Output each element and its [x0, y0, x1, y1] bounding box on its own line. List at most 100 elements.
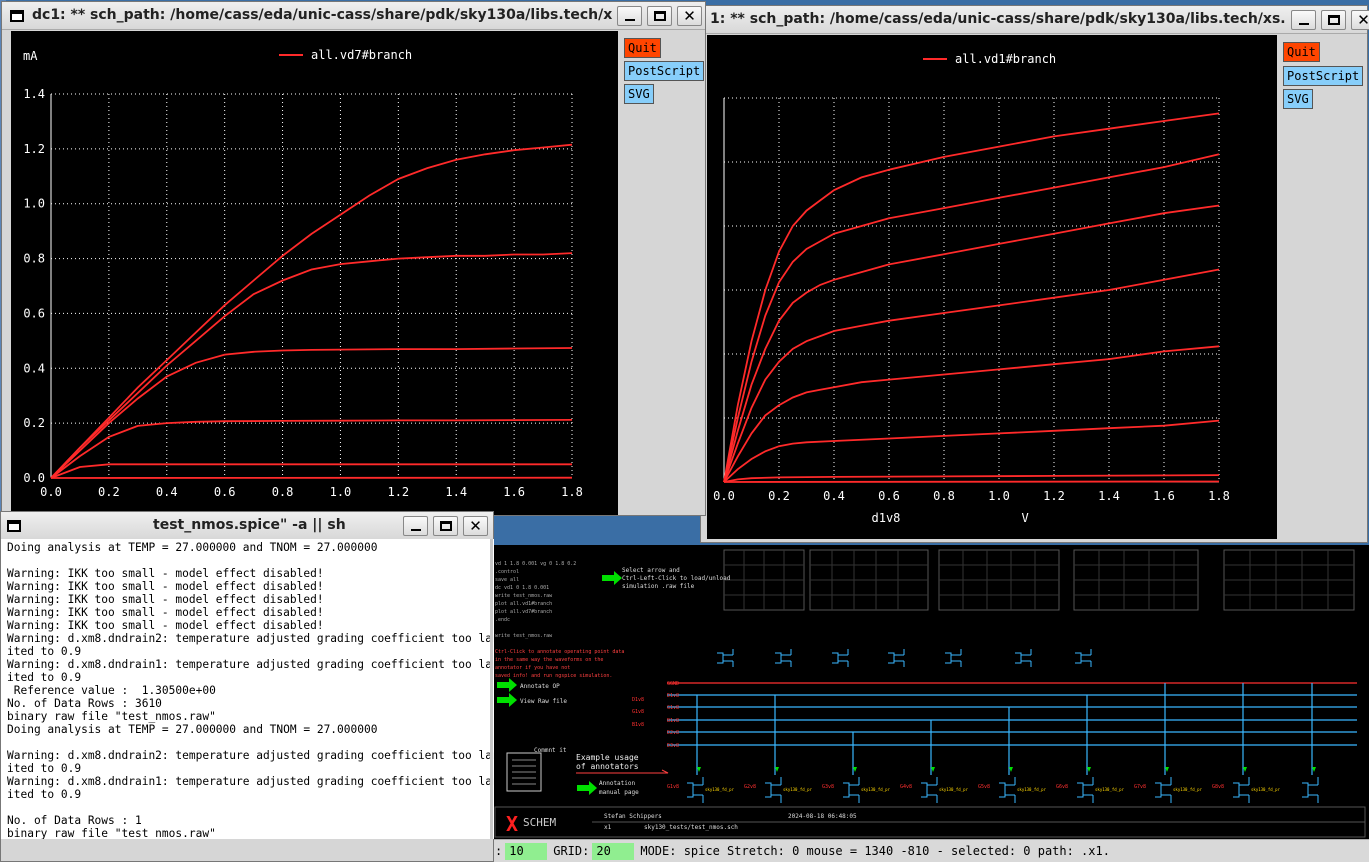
close-button[interactable]: ✕ [677, 6, 702, 26]
minimize-button[interactable] [1291, 10, 1316, 30]
svg-text:B1v8: B1v8 [667, 718, 679, 724]
plot-buttons: Quit PostScript SVG [618, 31, 705, 515]
series-line [50, 347, 573, 479]
terminal-line: Warning: d.xm8.dndrain1: temperature adj… [7, 658, 494, 671]
svg-text:write test_nmos.raw: write test_nmos.raw [495, 593, 553, 599]
svg-text:G6v8: G6v8 [1056, 784, 1068, 790]
svg-text:sky130_fd_pr: sky130_fd_pr [783, 787, 812, 792]
svg-text:manual page: manual page [599, 789, 639, 796]
minimize-button[interactable] [617, 6, 642, 26]
y-unit-label: mA [23, 49, 38, 63]
snap-field[interactable]: 10 [505, 842, 548, 860]
status-text: MODE: spice Stretch: 0 mouse = 1340 -810… [640, 844, 1110, 858]
y-tick-label: 0.0 [23, 471, 45, 485]
terminal-line: binary raw file "test_nmos.raw" [7, 827, 216, 839]
svg-text:Stefan Schippers: Stefan Schippers [604, 813, 662, 820]
svg-text:D2v8: D2v8 [667, 730, 679, 736]
svg-text:sky130_fd_pr: sky130_fd_pr [939, 787, 968, 792]
svg-text:save all: save all [495, 577, 519, 583]
legend-label: all.vd7#branch [311, 48, 412, 62]
minimize-icon [411, 529, 421, 531]
close-icon: ✕ [1357, 11, 1369, 29]
svg-text:annotator if you have not: annotator if you have not [495, 665, 570, 671]
svg-text:Annotation: Annotation [599, 780, 636, 787]
terminal-line: ited to 0.9 [7, 762, 82, 775]
maximize-button[interactable] [1321, 10, 1346, 30]
xschem-canvas[interactable]: vd 1 1.8 0.001 vg 0 1.8 0.2 .control sav… [492, 545, 1369, 845]
y-tick-label: 1.2 [23, 142, 45, 156]
x-axis-label: d1v8 [872, 511, 901, 525]
y-tick-label: 0.4 [23, 361, 45, 375]
window-title: 1: ** sch_path: /home/cass/eda/unic-cass… [710, 11, 1285, 27]
window-title: dc1: ** sch_path: /home/cass/eda/unic-ca… [32, 7, 612, 23]
series-line [723, 204, 1220, 483]
x-tick-label: 0.4 [156, 485, 178, 499]
minimize-icon [625, 19, 635, 21]
svg-text:vd 1 1.8 0.001 vg 0 1.8 0.2: vd 1 1.8 0.001 vg 0 1.8 0.2 [495, 561, 576, 567]
svg-text:saved info! and run ngspice si: saved info! and run ngspice simulation. [495, 673, 612, 679]
y-tick-label: 0.8 [23, 252, 45, 266]
svg-text:GGND: GGND [667, 681, 679, 687]
schematic-drawing: vd 1 1.8 0.001 vg 0 1.8 0.2 .control sav… [494, 549, 1366, 838]
svg-text:of annotators: of annotators [576, 762, 639, 771]
window-menu-icon[interactable] [7, 520, 21, 532]
terminal-line: Warning: IKK too small - model effect di… [7, 567, 324, 580]
terminal-line: Warning: IKK too small - model effect di… [7, 606, 324, 619]
svg-text:.endc: .endc [495, 617, 510, 623]
terminal-scrollbar[interactable] [490, 539, 493, 839]
terminal-window: test_nmos.spice" -a || sh ✕ Doing analys… [0, 511, 494, 862]
x-tick-label: 1.8 [1208, 489, 1230, 503]
svg-text:x1: x1 [604, 824, 612, 831]
svg-text:Ctrl-Left-Click to load/unload: Ctrl-Left-Click to load/unload [622, 575, 731, 582]
svg-text:D3v8: D3v8 [667, 743, 679, 749]
svg-text:X: X [506, 812, 518, 836]
maximize-icon [654, 11, 666, 21]
postscript-button[interactable]: PostScript [1283, 66, 1364, 86]
maximize-button[interactable] [433, 516, 458, 536]
terminal-line: ited to 0.9 [7, 645, 82, 658]
svg-text:G1v8: G1v8 [667, 784, 679, 790]
x-tick-label: 1.0 [330, 485, 352, 499]
terminal-output[interactable]: Doing analysis at TEMP = 27.000000 and T… [1, 539, 494, 839]
terminal-line: No. of Data Rows : 1 [7, 814, 142, 827]
terminal-line: Warning: d.xm8.dndrain1: temperature adj… [7, 775, 494, 788]
close-button[interactable]: ✕ [1351, 10, 1369, 30]
plot-buttons: Quit PostScript SVG [1277, 35, 1367, 539]
svg-text:plot all.vd7#branch: plot all.vd7#branch [495, 609, 552, 615]
titlebar[interactable]: test_nmos.spice" -a || sh ✕ [1, 512, 493, 540]
x-tick-label: 1.6 [503, 485, 525, 499]
svg-text:SCHEM: SCHEM [523, 816, 556, 829]
titlebar[interactable]: 1: ** sch_path: /home/cass/eda/unic-cass… [701, 6, 1369, 34]
x-tick-label: 1.8 [561, 485, 583, 499]
window-menu-icon[interactable] [10, 10, 24, 22]
terminal-line: Warning: IKK too small - model effect di… [7, 593, 324, 606]
terminal-line: ited to 0.9 [7, 671, 82, 684]
x-tick-label: 1.2 [387, 485, 409, 499]
x-tick-label: 0.2 [98, 485, 120, 499]
svg-text:2024-08-18 06:48:05: 2024-08-18 06:48:05 [788, 813, 857, 820]
svg-button[interactable]: SVG [1283, 89, 1313, 109]
quit-button[interactable]: Quit [624, 38, 661, 58]
plot-canvas[interactable]: 0.0 0.2 0.4 0.6 0.8 1.0 1.2 1.4 1.6 1.8 all.vd1#br… [707, 35, 1277, 539]
minimize-button[interactable] [403, 516, 428, 536]
svg-text:Select arrow and: Select arrow and [622, 567, 680, 574]
y-tick-label: 1.4 [23, 87, 45, 101]
maximize-button[interactable] [647, 6, 672, 26]
svg-text:G1v8: G1v8 [632, 709, 644, 715]
svg-text:D1v8: D1v8 [632, 697, 644, 703]
svg-button[interactable]: SVG [624, 84, 654, 104]
svg-text:sky130_fd_pr: sky130_fd_pr [1251, 787, 1280, 792]
svg-text:G7v8: G7v8 [1134, 784, 1146, 790]
close-button[interactable]: ✕ [463, 516, 488, 536]
svg-text:plot all.vd1#branch: plot all.vd1#branch [495, 601, 552, 607]
grid-field[interactable]: 20 [592, 842, 635, 860]
postscript-button[interactable]: PostScript [624, 61, 705, 81]
quit-button[interactable]: Quit [1283, 42, 1320, 62]
series-line [50, 143, 573, 479]
titlebar[interactable]: dc1: ** sch_path: /home/cass/eda/unic-ca… [2, 2, 705, 30]
plot-canvas[interactable]: 0.0 0.2 0.4 0.6 0.8 1.0 1.2 1.4 1.6 1.8 0.0 0.2 0.4 0… [11, 31, 618, 515]
legend-label: all.vd1#branch [955, 52, 1056, 66]
